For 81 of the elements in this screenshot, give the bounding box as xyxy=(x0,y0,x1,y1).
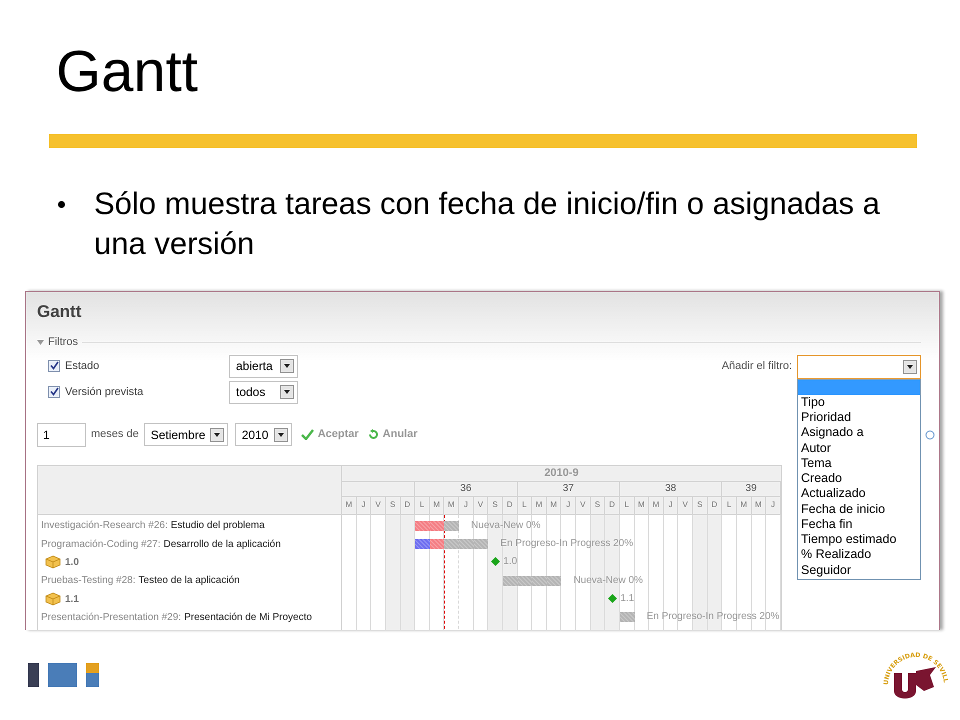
add-filter-label: Añadir el filtro: xyxy=(722,359,792,374)
bullet-icon xyxy=(58,201,65,208)
dropdown-option[interactable]: Creado xyxy=(798,471,920,486)
filter-label: Versión prevista xyxy=(65,384,144,400)
caret-icon xyxy=(284,390,290,394)
filters-legend: Filtros xyxy=(48,334,78,350)
checkmark-icon xyxy=(300,429,314,440)
day-header: S xyxy=(693,496,708,514)
slide-title: Gantt xyxy=(56,42,198,102)
select-field[interactable]: 2010 xyxy=(234,423,292,446)
month-header: 2010-9 xyxy=(342,466,781,482)
dropdown-arrow-button[interactable] xyxy=(210,428,224,442)
dropdown-option[interactable]: Autor xyxy=(798,440,920,456)
day-header: J xyxy=(459,496,474,514)
bar-label: 1.0 xyxy=(503,555,518,570)
caret-icon xyxy=(214,432,220,436)
day-header: J xyxy=(561,496,576,514)
checkbox[interactable] xyxy=(48,386,60,398)
dropdown-arrow-button[interactable] xyxy=(280,359,294,373)
collapse-triangle-icon xyxy=(37,340,44,345)
issue-tracker-link[interactable]: Programación-Coding #27: xyxy=(41,536,161,552)
dropdown-option[interactable]: Tiempo estimado xyxy=(798,532,920,548)
bar-label: Nueva-New 0% xyxy=(471,518,541,532)
issue-subject-link[interactable]: Desarrollo de la aplicación xyxy=(164,536,281,552)
package-icon xyxy=(45,592,61,606)
day-header: V xyxy=(576,496,591,514)
dropdown-option[interactable]: Seguidor xyxy=(798,562,920,578)
checkbox[interactable] xyxy=(48,360,60,372)
issue-subject-link[interactable]: Testeo de la aplicación xyxy=(138,573,240,588)
bar-label: Nueva-New 0% xyxy=(573,574,643,588)
dropdown-option[interactable]: Prioridad xyxy=(798,410,920,426)
issue-subject-link[interactable]: Estudio del problema xyxy=(170,518,265,534)
day-header: M xyxy=(342,496,357,514)
day-header: S xyxy=(488,496,503,514)
day-header: L xyxy=(722,496,737,514)
dropdown-option[interactable]: % Realizado xyxy=(798,547,920,562)
day-header: M xyxy=(649,496,664,514)
day-header: L xyxy=(415,496,430,514)
dropdown-option[interactable]: Tema xyxy=(798,456,920,471)
dropdown-arrow-button[interactable] xyxy=(274,428,288,442)
task-bar xyxy=(620,612,635,622)
version-link[interactable]: 1.0 xyxy=(65,554,79,570)
app-title: Gantt xyxy=(37,301,82,323)
bullet-text: Sólo muestra tareas con fecha de inicio/fin o asignadas a una versión xyxy=(94,185,881,263)
dropdown-arrow-button[interactable] xyxy=(280,385,294,399)
months-input[interactable]: 1 xyxy=(37,422,86,446)
issue-tracker-link[interactable]: Investigación-Research #26: xyxy=(41,518,168,534)
months-label: meses de xyxy=(91,427,139,442)
select-field[interactable]: Setiembre xyxy=(144,423,228,446)
week-header: 36 xyxy=(415,482,518,496)
day-header: V xyxy=(371,496,386,514)
dropdown-option[interactable]: Actualizado xyxy=(798,486,920,502)
select-field[interactable]: abierta xyxy=(229,354,298,378)
bar-label: 1.1 xyxy=(620,592,634,606)
task-bar xyxy=(502,576,562,586)
bar-label: En Progreso-In Progress 20% xyxy=(646,610,780,624)
reload-arrow-icon xyxy=(368,429,379,440)
filter-label: Estado xyxy=(65,358,100,374)
day-header: D xyxy=(605,496,620,514)
week-header: 37 xyxy=(518,482,620,496)
task-bar xyxy=(415,520,460,530)
caret-icon xyxy=(278,432,284,436)
select-field[interactable]: todos xyxy=(229,380,298,404)
caret-icon xyxy=(284,364,290,368)
day-header: M xyxy=(444,496,459,514)
dropdown-option[interactable]: Fecha de inicio xyxy=(798,502,920,517)
version-link[interactable]: 1.1 xyxy=(65,592,79,607)
dropdown-option[interactable]: Fecha fin xyxy=(798,516,920,532)
caret-icon xyxy=(907,364,913,368)
day-header: J xyxy=(766,496,781,514)
day-header: V xyxy=(678,496,693,514)
issue-subject-link[interactable]: Presentación de Mi Proyecto xyxy=(184,610,312,626)
day-header: M xyxy=(532,496,547,514)
week-header: 38 xyxy=(620,482,722,496)
decorative-squares-drawing xyxy=(28,663,99,687)
dropdown-arrow-button[interactable] xyxy=(903,360,917,374)
bar-label: En Progreso-In Progress 20% xyxy=(500,536,634,551)
week-header: 39 xyxy=(722,482,781,496)
dropdown-option[interactable]: Tipo xyxy=(798,394,920,410)
package-icon xyxy=(45,555,61,570)
dropdown-option[interactable]: Asignado a xyxy=(798,425,920,440)
